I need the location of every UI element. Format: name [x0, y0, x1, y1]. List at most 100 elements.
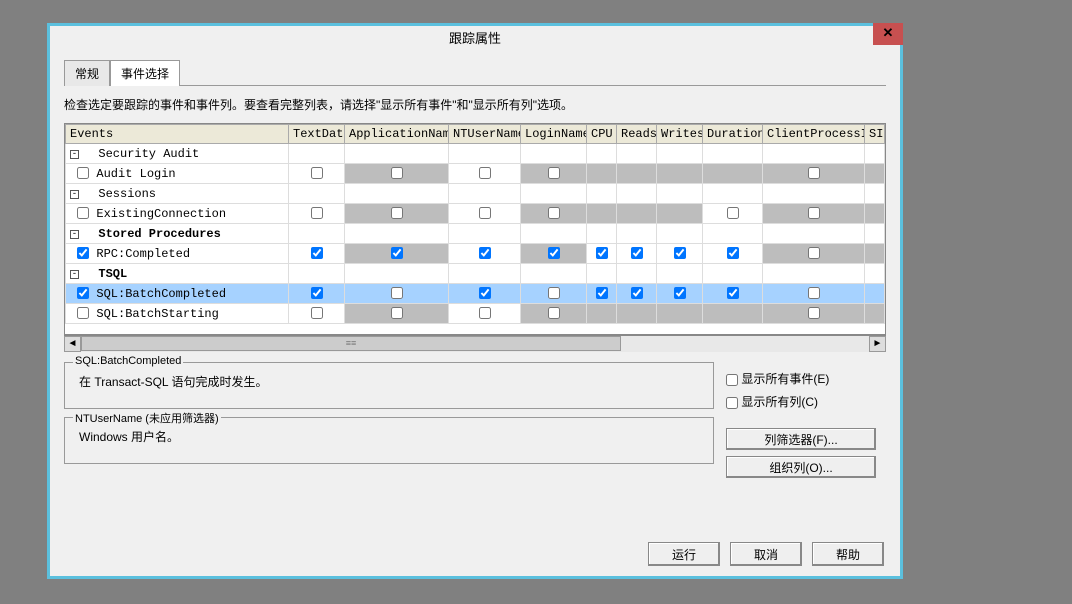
organize-columns-button[interactable]: 组织列(O)...: [726, 456, 876, 478]
grid-cell[interactable]: [345, 284, 449, 304]
grid-cell[interactable]: [763, 244, 865, 264]
cell-checkbox[interactable]: [548, 287, 560, 299]
grid-cell[interactable]: [289, 304, 345, 324]
table-row[interactable]: ExistingConnection: [66, 204, 885, 224]
grid-cell[interactable]: [617, 284, 657, 304]
collapse-icon[interactable]: -: [70, 270, 79, 279]
collapse-icon[interactable]: -: [70, 190, 79, 199]
col-header-textdata[interactable]: TextData: [289, 125, 345, 144]
cancel-button[interactable]: 取消: [730, 542, 802, 566]
cell-checkbox[interactable]: [391, 287, 403, 299]
event-checkbox[interactable]: [77, 287, 89, 299]
grid-cell[interactable]: [449, 204, 521, 224]
cell-checkbox[interactable]: [391, 207, 403, 219]
table-row[interactable]: - Sessions: [66, 184, 885, 204]
grid-cell[interactable]: [703, 244, 763, 264]
cell-checkbox[interactable]: [631, 247, 643, 259]
col-header-loginname[interactable]: LoginName: [521, 125, 587, 144]
cell-checkbox[interactable]: [808, 247, 820, 259]
cell-checkbox[interactable]: [311, 167, 323, 179]
cell-checkbox[interactable]: [311, 287, 323, 299]
grid-cell[interactable]: [289, 244, 345, 264]
show-all-events-checkbox[interactable]: [726, 374, 738, 386]
grid-cell[interactable]: [617, 244, 657, 264]
grid-cell[interactable]: [345, 204, 449, 224]
event-checkbox[interactable]: [77, 247, 89, 259]
grid-cell[interactable]: [345, 244, 449, 264]
col-header-ntusername[interactable]: NTUserName: [449, 125, 521, 144]
grid-cell[interactable]: [449, 304, 521, 324]
grid-cell[interactable]: [763, 304, 865, 324]
cell-checkbox[interactable]: [548, 247, 560, 259]
grid-cell[interactable]: [449, 164, 521, 184]
show-all-columns-option[interactable]: 显示所有列(C): [726, 393, 886, 410]
grid-cell[interactable]: [345, 164, 449, 184]
grid-cell[interactable]: [345, 304, 449, 324]
grid-cell[interactable]: [587, 244, 617, 264]
cell-checkbox[interactable]: [631, 287, 643, 299]
event-checkbox[interactable]: [77, 307, 89, 319]
collapse-icon[interactable]: -: [70, 150, 79, 159]
col-header-writes[interactable]: Writes: [657, 125, 703, 144]
col-header-clientprocessid[interactable]: ClientProcessID: [763, 125, 865, 144]
grid-cell[interactable]: [449, 284, 521, 304]
grid-cell[interactable]: [289, 164, 345, 184]
grid-cell[interactable]: [703, 204, 763, 224]
help-button[interactable]: 帮助: [812, 542, 884, 566]
grid-cell[interactable]: [449, 244, 521, 264]
table-row[interactable]: Audit Login: [66, 164, 885, 184]
cell-checkbox[interactable]: [479, 207, 491, 219]
col-header-reads[interactable]: Reads: [617, 125, 657, 144]
table-row[interactable]: - TSQL: [66, 264, 885, 284]
grid-cell[interactable]: [521, 204, 587, 224]
cell-checkbox[interactable]: [311, 207, 323, 219]
cell-checkbox[interactable]: [808, 287, 820, 299]
cell-checkbox[interactable]: [808, 207, 820, 219]
grid-cell[interactable]: [289, 284, 345, 304]
table-row[interactable]: SQL:BatchStarting: [66, 304, 885, 324]
scroll-track[interactable]: [81, 336, 869, 352]
cell-checkbox[interactable]: [808, 307, 820, 319]
cell-checkbox[interactable]: [596, 247, 608, 259]
grid-cell[interactable]: [703, 284, 763, 304]
cell-checkbox[interactable]: [548, 307, 560, 319]
table-row[interactable]: RPC:Completed: [66, 244, 885, 264]
run-button[interactable]: 运行: [648, 542, 720, 566]
col-header-si[interactable]: SI: [865, 125, 885, 144]
grid-cell[interactable]: [657, 284, 703, 304]
grid-cell[interactable]: [763, 204, 865, 224]
horizontal-scrollbar[interactable]: ◄ ►: [64, 335, 886, 352]
grid-cell[interactable]: [521, 284, 587, 304]
close-button[interactable]: ✕: [873, 23, 903, 45]
cell-checkbox[interactable]: [548, 207, 560, 219]
grid-cell[interactable]: [587, 284, 617, 304]
cell-checkbox[interactable]: [808, 167, 820, 179]
col-header-applicationname[interactable]: ApplicationName: [345, 125, 449, 144]
col-header-cpu[interactable]: CPU: [587, 125, 617, 144]
scroll-right-arrow[interactable]: ►: [869, 336, 886, 352]
table-row[interactable]: - Stored Procedures: [66, 224, 885, 244]
event-checkbox[interactable]: [77, 207, 89, 219]
grid-cell[interactable]: [521, 244, 587, 264]
scroll-thumb[interactable]: [81, 336, 621, 351]
cell-checkbox[interactable]: [479, 287, 491, 299]
cell-checkbox[interactable]: [391, 247, 403, 259]
grid-cell[interactable]: [521, 304, 587, 324]
cell-checkbox[interactable]: [727, 247, 739, 259]
cell-checkbox[interactable]: [548, 167, 560, 179]
cell-checkbox[interactable]: [479, 247, 491, 259]
cell-checkbox[interactable]: [479, 167, 491, 179]
col-header-events[interactable]: Events: [66, 125, 289, 144]
grid-cell[interactable]: [521, 164, 587, 184]
cell-checkbox[interactable]: [391, 167, 403, 179]
show-all-columns-checkbox[interactable]: [726, 397, 738, 409]
event-checkbox[interactable]: [77, 167, 89, 179]
grid-cell[interactable]: [763, 164, 865, 184]
tab-general[interactable]: 常规: [64, 60, 110, 86]
column-filter-button[interactable]: 列筛选器(F)...: [726, 428, 876, 450]
show-all-events-option[interactable]: 显示所有事件(E): [726, 370, 886, 387]
cell-checkbox[interactable]: [727, 207, 739, 219]
cell-checkbox[interactable]: [311, 307, 323, 319]
cell-checkbox[interactable]: [479, 307, 491, 319]
tab-events[interactable]: 事件选择: [110, 60, 180, 86]
